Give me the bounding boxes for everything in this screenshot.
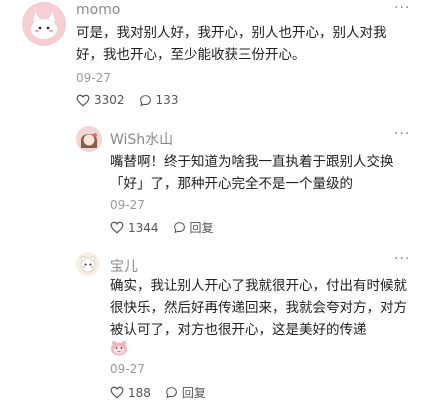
more-options-icon[interactable]: ··· bbox=[394, 0, 410, 16]
username[interactable]: 宝儿 bbox=[110, 256, 138, 276]
cat-avatar-icon bbox=[22, 2, 66, 46]
like-button[interactable]: 188 bbox=[110, 386, 151, 400]
comment-actions: 188 回复 bbox=[110, 384, 220, 401]
comment-actions: 3302 133 bbox=[76, 93, 192, 107]
reply-button[interactable]: 回复 bbox=[173, 219, 214, 236]
comment-text: 嘴替啊！终于知道为啥我一直执着于跟别人交换「好」了，那种开心完全不是一个量级的 bbox=[110, 154, 394, 192]
username[interactable]: momo bbox=[76, 2, 120, 18]
heart-icon bbox=[76, 94, 90, 107]
like-button[interactable]: 3302 bbox=[76, 93, 125, 107]
reply-count: 133 bbox=[155, 93, 179, 107]
heart-icon bbox=[110, 221, 124, 234]
like-count: 1344 bbox=[128, 220, 159, 235]
cartoon-avatar-icon bbox=[76, 252, 100, 276]
heart-icon bbox=[110, 386, 124, 399]
like-count: 3302 bbox=[94, 93, 125, 107]
comment-date: 09-27 bbox=[76, 71, 111, 85]
avatar[interactable] bbox=[76, 252, 100, 276]
username[interactable]: WiSh水山 bbox=[110, 129, 173, 149]
avatar[interactable] bbox=[22, 2, 66, 46]
comment-date: 09-27 bbox=[110, 198, 145, 212]
comment-date: 09-27 bbox=[110, 362, 145, 376]
comment-bubble-icon bbox=[173, 222, 185, 234]
reply-button[interactable]: 133 bbox=[139, 93, 179, 107]
girl-avatar-icon bbox=[76, 126, 102, 152]
comment-bubble-icon bbox=[139, 94, 151, 106]
more-options-icon[interactable]: ··· bbox=[394, 251, 410, 267]
cute-sticker-icon bbox=[110, 340, 128, 356]
more-options-icon[interactable]: ··· bbox=[394, 126, 410, 142]
comment-bubble-icon bbox=[165, 387, 177, 399]
comment-text: 确实，我让别人开心了我就很开心，付出有时候就很快乐，然后好再传递回来，我就会夸对… bbox=[110, 278, 407, 338]
like-count: 188 bbox=[128, 385, 151, 400]
reply-label: 回复 bbox=[181, 386, 206, 400]
reply-button[interactable]: 回复 bbox=[165, 384, 206, 401]
reply-label: 回复 bbox=[189, 221, 214, 235]
avatar[interactable] bbox=[76, 126, 102, 152]
comment-text: 可是，我对别人好，我开心，别人也开心，别人对我好，我也开心，至少能收获三份开心。 bbox=[76, 25, 387, 63]
like-button[interactable]: 1344 bbox=[110, 221, 159, 235]
comment-actions: 1344 回复 bbox=[110, 219, 228, 236]
